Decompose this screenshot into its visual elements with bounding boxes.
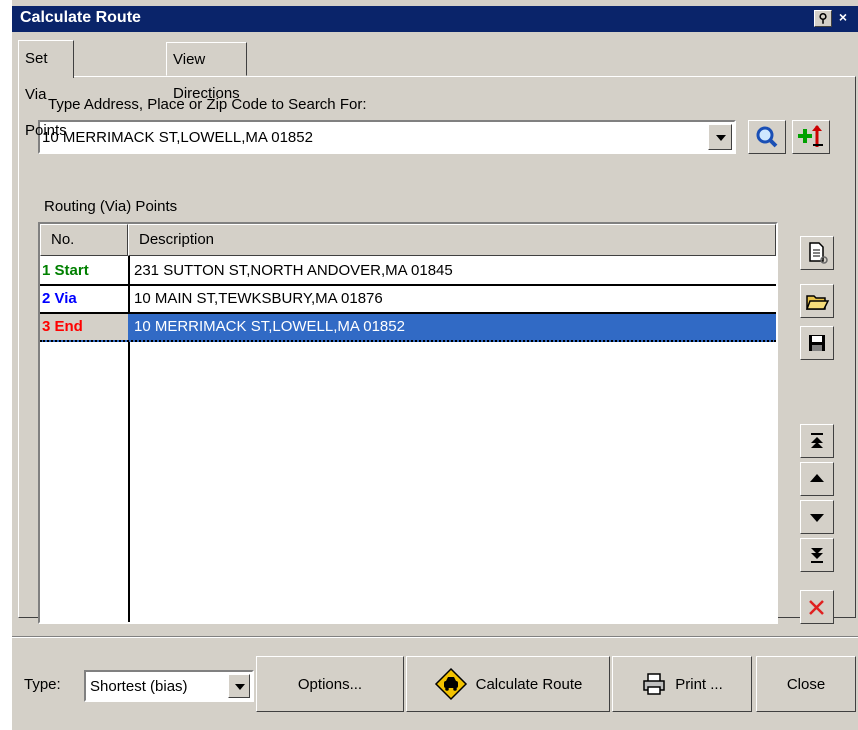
move-to-bottom-icon	[811, 548, 823, 563]
pin-button[interactable]: ⚲	[814, 10, 832, 27]
route-type-dropdown-button[interactable]	[228, 674, 250, 698]
route-row-end[interactable]: 3 End 10 MERRIMACK ST,LOWELL,MA 01852	[40, 314, 776, 342]
window-title: Calculate Route	[20, 9, 141, 26]
routing-label: Routing (Via) Points	[44, 198, 178, 215]
title-buttons: ⚲ ×	[814, 10, 852, 27]
row-description: 10 MAIN ST,TEWKSBURY,MA 01876	[134, 290, 383, 307]
options-label: Options...	[297, 675, 363, 693]
close-button[interactable]: Close	[756, 656, 856, 712]
open-list-button[interactable]	[800, 284, 834, 318]
row-description: 10 MERRIMACK ST,LOWELL,MA 01852	[134, 318, 405, 335]
list-header: No. Description	[40, 224, 776, 256]
new-document-icon	[809, 242, 828, 264]
route-row-via[interactable]: 2 Via 10 MAIN ST,TEWKSBURY,MA 01876	[40, 286, 776, 314]
move-down-icon	[810, 514, 824, 522]
tab-set-via-points[interactable]: Set Via Points	[18, 40, 74, 139]
options-button[interactable]: Options...	[256, 656, 404, 712]
move-up-button[interactable]	[800, 462, 834, 496]
address-dropdown-button[interactable]	[708, 124, 732, 150]
type-label: Type:	[24, 676, 61, 693]
route-type-value: Shortest (bias)	[90, 678, 188, 695]
move-bottom-button[interactable]	[800, 538, 834, 572]
new-list-button[interactable]	[800, 236, 834, 270]
column-header-description[interactable]: Description	[128, 224, 776, 256]
route-row-start[interactable]: 1 Start 231 SUTTON ST,NORTH ANDOVER,MA 0…	[40, 258, 776, 286]
row-description: 231 SUTTON ST,NORTH ANDOVER,MA 01845	[134, 262, 453, 279]
tab-view-directions[interactable]: View Directions	[166, 42, 247, 102]
address-combo[interactable]	[38, 120, 736, 154]
calculate-route-button[interactable]: Calculate Route	[406, 656, 610, 712]
print-button[interactable]: Print ...	[612, 656, 752, 712]
magnifier-icon	[756, 126, 778, 148]
move-down-button[interactable]	[800, 500, 834, 534]
move-top-button[interactable]	[800, 424, 834, 458]
print-label: Print ...	[675, 675, 723, 693]
add-point-icon	[798, 125, 823, 147]
printer-icon	[643, 673, 665, 695]
routing-points-list[interactable]: No. Description 1 Start 231 SUTTON ST,NO…	[38, 222, 778, 624]
row-number: 3 End	[40, 314, 128, 340]
delete-point-button[interactable]	[800, 590, 834, 624]
route-type-select[interactable]: Shortest (bias)	[84, 670, 254, 702]
row-number: 1 Start	[42, 262, 89, 279]
move-to-top-icon	[811, 433, 823, 448]
search-button[interactable]	[748, 120, 786, 154]
column-header-no[interactable]: No.	[40, 224, 128, 256]
row-number: 2 Via	[42, 290, 77, 307]
title-bar: Calculate Route ⚲ ×	[12, 6, 858, 32]
road-sign-car-icon	[434, 667, 467, 701]
calculate-route-label: Calculate Route	[475, 675, 583, 693]
close-window-button[interactable]: ×	[834, 10, 852, 27]
calculate-route-window: Calculate Route ⚲ × Set Via Points View …	[12, 0, 858, 730]
save-list-button[interactable]	[800, 326, 834, 360]
add-point-button[interactable]	[792, 120, 830, 154]
close-label: Close	[786, 675, 826, 693]
delete-x-icon	[809, 600, 824, 615]
address-input[interactable]	[42, 124, 702, 150]
bottom-separator	[12, 636, 858, 638]
search-label: Type Address, Place or Zip Code to Searc…	[48, 96, 367, 113]
move-up-icon	[810, 474, 824, 482]
save-disk-icon	[809, 335, 825, 351]
open-folder-icon	[805, 295, 830, 310]
